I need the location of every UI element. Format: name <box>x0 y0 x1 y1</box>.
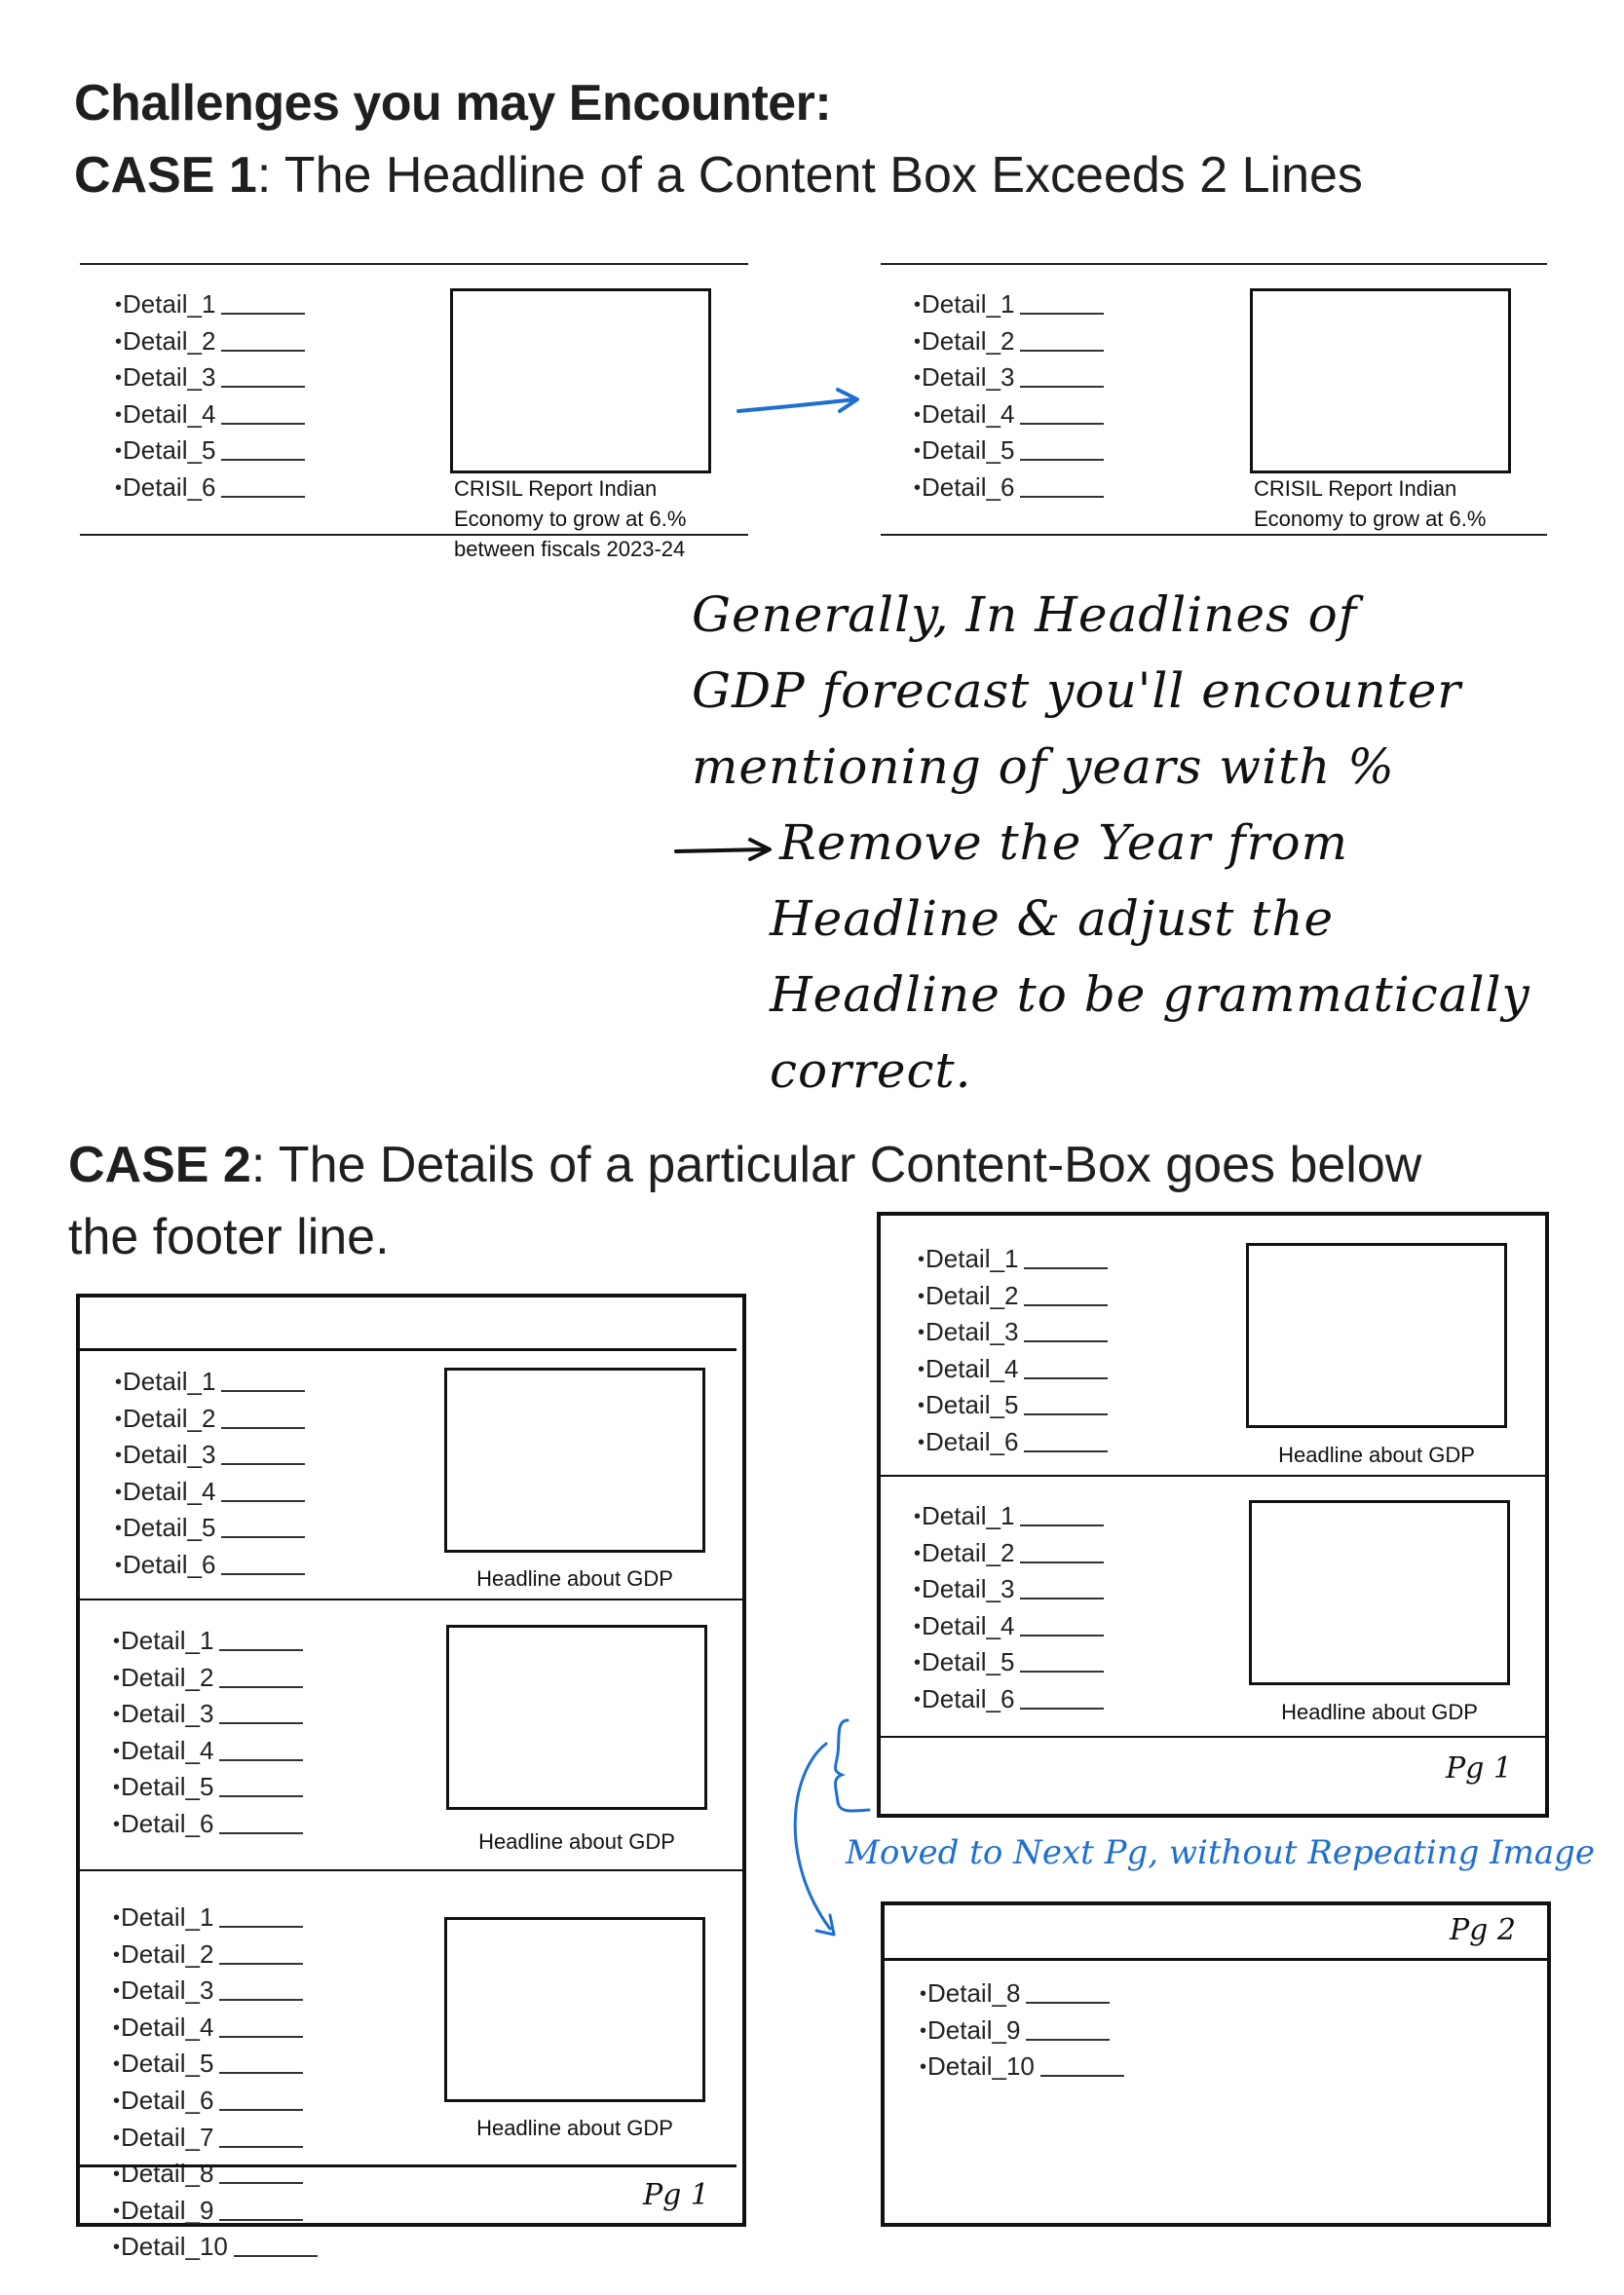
case1-before-top-line <box>80 263 748 265</box>
arrow-right-icon <box>674 838 772 861</box>
detail-item: Detail_10 <box>113 2229 318 2266</box>
detail-item: Detail_9 <box>113 2193 318 2230</box>
detail-item: Detail_6 <box>914 1681 1105 1718</box>
detail-item: Detail_8 <box>113 2156 318 2193</box>
case2-right-block1-details: Detail_1 Detail_2 Detail_3 Detail_4 Deta… <box>918 1241 1109 1461</box>
detail-item: Detail_3 <box>115 359 306 396</box>
image-placeholder <box>444 1368 705 1553</box>
footer-line <box>879 1736 1547 1738</box>
headline-caption: Headline about GDP <box>476 2116 673 2140</box>
detail-item: Detail_1 <box>918 1241 1109 1278</box>
case2-right-block2-details: Detail_1 Detail_2 Detail_3 Detail_4 Deta… <box>914 1498 1105 1718</box>
detail-item: Detail_6 <box>918 1424 1109 1461</box>
case2-page2-details: Detail_8 Detail_9 Detail_10 <box>920 1975 1124 2086</box>
detail-item: Detail_5 <box>914 1644 1105 1681</box>
case1-before-details: Detail_1 Detail_2 Detail_3 Detail_4 Deta… <box>115 286 306 507</box>
detail-item: Detail_3 <box>918 1314 1109 1351</box>
detail-item: Detail_6 <box>115 1547 306 1584</box>
case1-heading: CASE 1: The Headline of a Content Box Ex… <box>74 146 1363 205</box>
case1-after-footer-line <box>881 534 1547 536</box>
page-title: Challenges you may Encounter: <box>74 75 832 132</box>
detail-item: Detail_7 <box>113 2120 318 2157</box>
detail-item: Detail_2 <box>115 1401 306 1438</box>
detail-item: Detail_3 <box>914 1571 1105 1608</box>
detail-item: Detail_2 <box>115 323 306 360</box>
moved-note: Moved to Next Pg, without Repeating Imag… <box>846 1833 1595 1872</box>
page-number-2: Pg 2 <box>1450 1913 1517 1947</box>
header-line <box>78 1348 736 1351</box>
detail-item: Detail_5 <box>918 1387 1109 1424</box>
detail-item: Detail_9 <box>920 2013 1124 2050</box>
case2-left-block1-details: Detail_1 Detail_2 Detail_3 Detail_4 Deta… <box>115 1364 306 1584</box>
detail-item: Detail_5 <box>113 2046 318 2083</box>
detail-item: Detail_6 <box>113 1806 304 1843</box>
image-placeholder <box>446 1625 707 1810</box>
detail-item: Detail_6 <box>113 2083 318 2120</box>
detail-item: Detail_5 <box>914 433 1105 470</box>
detail-item: Detail_4 <box>918 1351 1109 1388</box>
footer-line <box>78 2164 736 2167</box>
detail-item: Detail_1 <box>914 1498 1105 1535</box>
headline-caption: Headline about GDP <box>478 1829 675 1854</box>
page-number-1: Pg 1 <box>643 2178 710 2212</box>
page-number-1: Pg 1 <box>1446 1751 1513 1786</box>
detail-item: Detail_1 <box>113 1900 318 1937</box>
image-placeholder <box>1246 1243 1507 1428</box>
content-divider <box>879 1475 1547 1477</box>
content-divider <box>78 1869 744 1871</box>
content-divider <box>78 1599 744 1600</box>
detail-item: Detail_4 <box>914 396 1105 433</box>
detail-item: Detail_1 <box>113 1623 304 1660</box>
detail-item: Detail_6 <box>914 470 1105 507</box>
case2-heading-line1: CASE 2: The Details of a particular Cont… <box>68 1137 1422 1193</box>
case1-after-details: Detail_1 Detail_2 Detail_3 Detail_4 Deta… <box>914 286 1105 507</box>
detail-item: Detail_10 <box>920 2049 1124 2086</box>
case2-heading-line2: the footer line. <box>68 1209 390 1265</box>
detail-item: Detail_8 <box>920 1975 1124 2013</box>
detail-item: Detail_4 <box>115 1474 306 1511</box>
detail-item: Detail_1 <box>115 286 306 323</box>
detail-item: Detail_1 <box>914 286 1105 323</box>
headline-caption: Headline about GDP <box>476 1566 673 1591</box>
case1-handwritten-note: Generally, In Headlines of GDP forecast … <box>692 586 1530 1099</box>
detail-item: Detail_2 <box>914 1535 1105 1572</box>
detail-item: Detail_3 <box>113 1973 318 2010</box>
detail-item: Detail_4 <box>914 1608 1105 1645</box>
detail-item: Detail_2 <box>914 323 1105 360</box>
detail-item: Detail_4 <box>113 1733 304 1770</box>
image-placeholder <box>444 1917 705 2102</box>
detail-item: Detail_2 <box>113 1660 304 1697</box>
detail-item: Detail_5 <box>115 433 306 470</box>
image-placeholder <box>1249 1500 1510 1685</box>
headline-caption: Headline about GDP <box>1278 1443 1475 1467</box>
detail-item: Detail_5 <box>113 1769 304 1806</box>
case2-left-block2-details: Detail_1 Detail_2 Detail_3 Detail_4 Deta… <box>113 1623 304 1843</box>
detail-item: Detail_5 <box>115 1510 306 1547</box>
detail-item: Detail_4 <box>115 396 306 433</box>
header-line <box>883 1958 1549 1961</box>
detail-item: Detail_2 <box>113 1937 318 1974</box>
detail-item: Detail_3 <box>115 1437 306 1474</box>
case2-left-block3-details: Detail_1 Detail_2 Detail_3 Detail_4 Deta… <box>113 1900 318 2266</box>
headline-caption: Headline about GDP <box>1281 1700 1478 1724</box>
detail-item: Detail_1 <box>115 1364 306 1401</box>
detail-item: Detail_4 <box>113 2010 318 2047</box>
image-placeholder <box>450 288 711 473</box>
case1-after-top-line <box>881 263 1547 265</box>
detail-item: Detail_2 <box>918 1278 1109 1315</box>
image-placeholder <box>1250 288 1511 473</box>
detail-item: Detail_6 <box>115 470 306 507</box>
detail-item: Detail_3 <box>113 1696 304 1733</box>
case1-before-footer-line <box>80 534 748 536</box>
case1-after-caption: CRISIL Report Indian Economy to grow at … <box>1254 476 1487 531</box>
arrow-right-icon <box>736 388 859 413</box>
case1-label: CASE 1 <box>74 147 257 204</box>
case1-text: : The Headline of a Content Box Exceeds … <box>256 147 1363 204</box>
case1-before-caption: CRISIL Report Indian Economy to grow at … <box>454 476 687 561</box>
case2-label: CASE 2 <box>68 1137 251 1193</box>
detail-item: Detail_3 <box>914 359 1105 396</box>
